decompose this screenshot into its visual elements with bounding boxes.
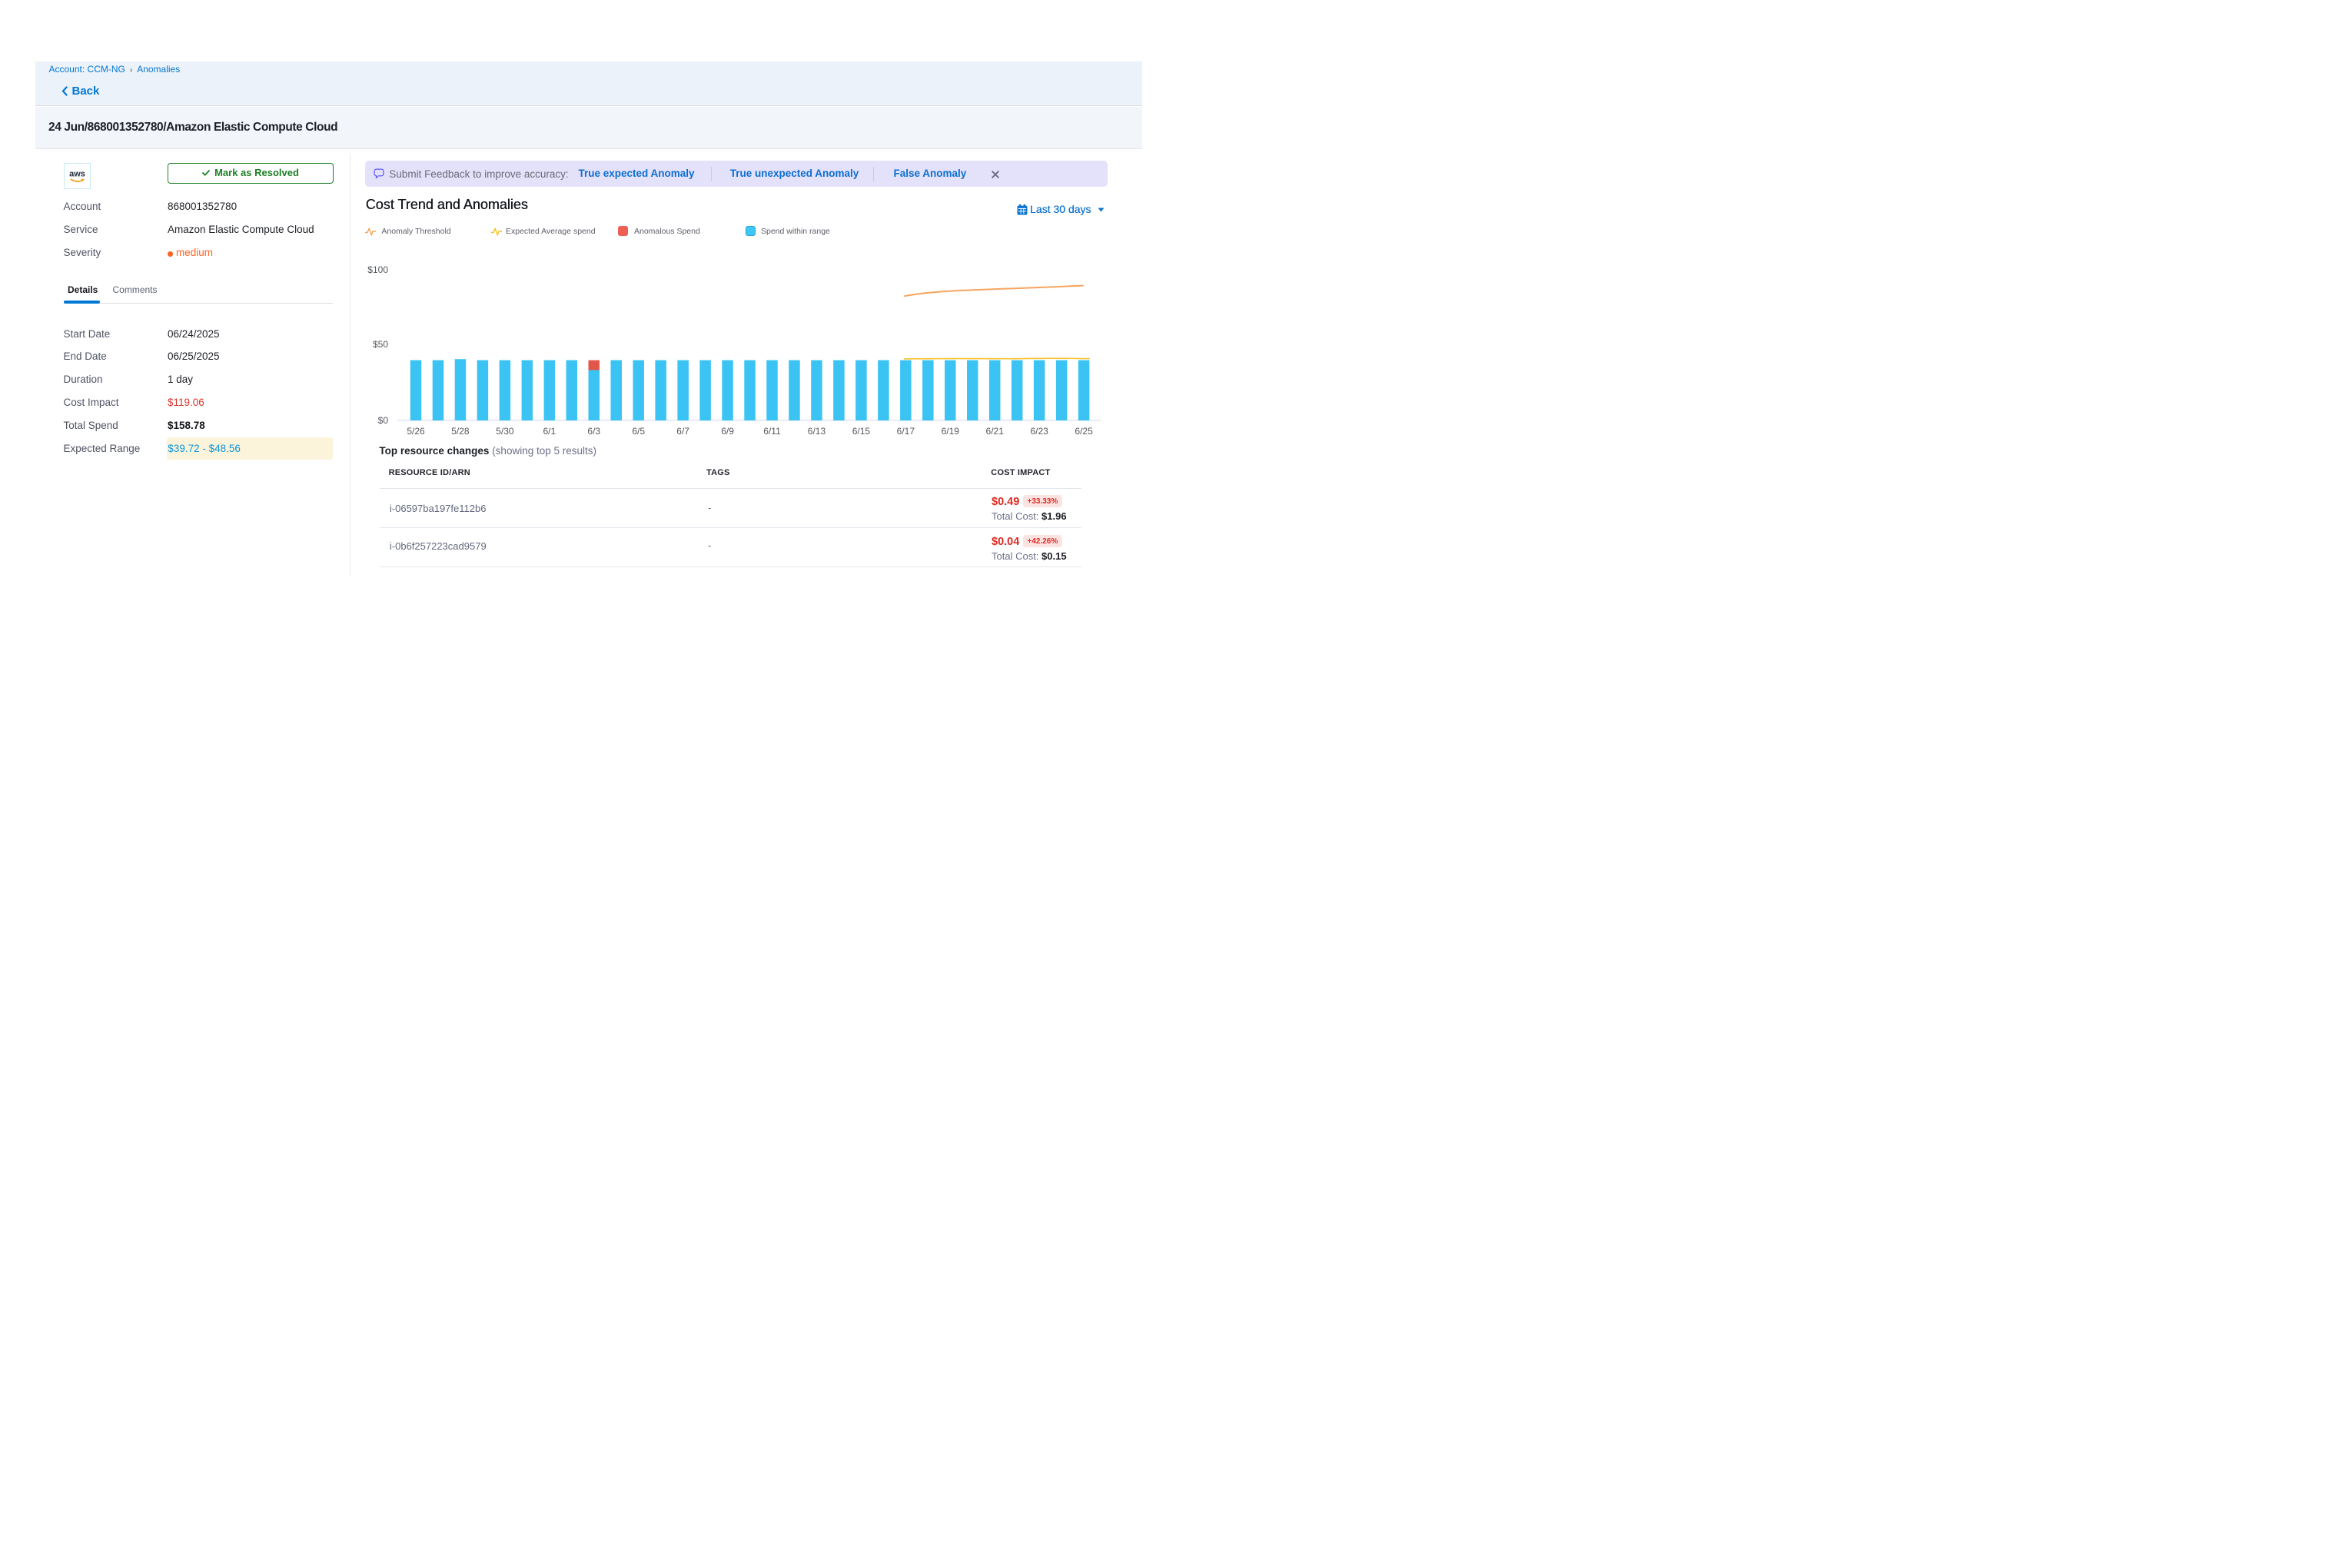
- svg-text:6/5: 6/5: [632, 426, 645, 437]
- svg-text:$100: $100: [367, 264, 388, 275]
- svg-text:6/25: 6/25: [1075, 426, 1093, 437]
- svg-text:6/7: 6/7: [676, 426, 689, 437]
- svg-text:6/3: 6/3: [587, 426, 600, 437]
- svg-text:6/19: 6/19: [942, 426, 960, 437]
- svg-text:6/15: 6/15: [852, 426, 871, 437]
- svg-text:6/17: 6/17: [897, 426, 915, 437]
- svg-text:5/28: 5/28: [451, 426, 470, 437]
- svg-text:5/30: 5/30: [496, 426, 514, 437]
- svg-text:6/23: 6/23: [1030, 426, 1048, 437]
- svg-text:6/11: 6/11: [763, 426, 781, 437]
- svg-text:$50: $50: [373, 339, 388, 350]
- svg-text:$0: $0: [378, 415, 389, 426]
- svg-text:6/21: 6/21: [986, 426, 1005, 437]
- svg-text:5/26: 5/26: [407, 426, 425, 437]
- svg-text:aws: aws: [69, 170, 85, 179]
- svg-text:6/1: 6/1: [543, 426, 556, 437]
- svg-text:6/13: 6/13: [808, 426, 826, 437]
- svg-text:6/9: 6/9: [721, 426, 734, 437]
